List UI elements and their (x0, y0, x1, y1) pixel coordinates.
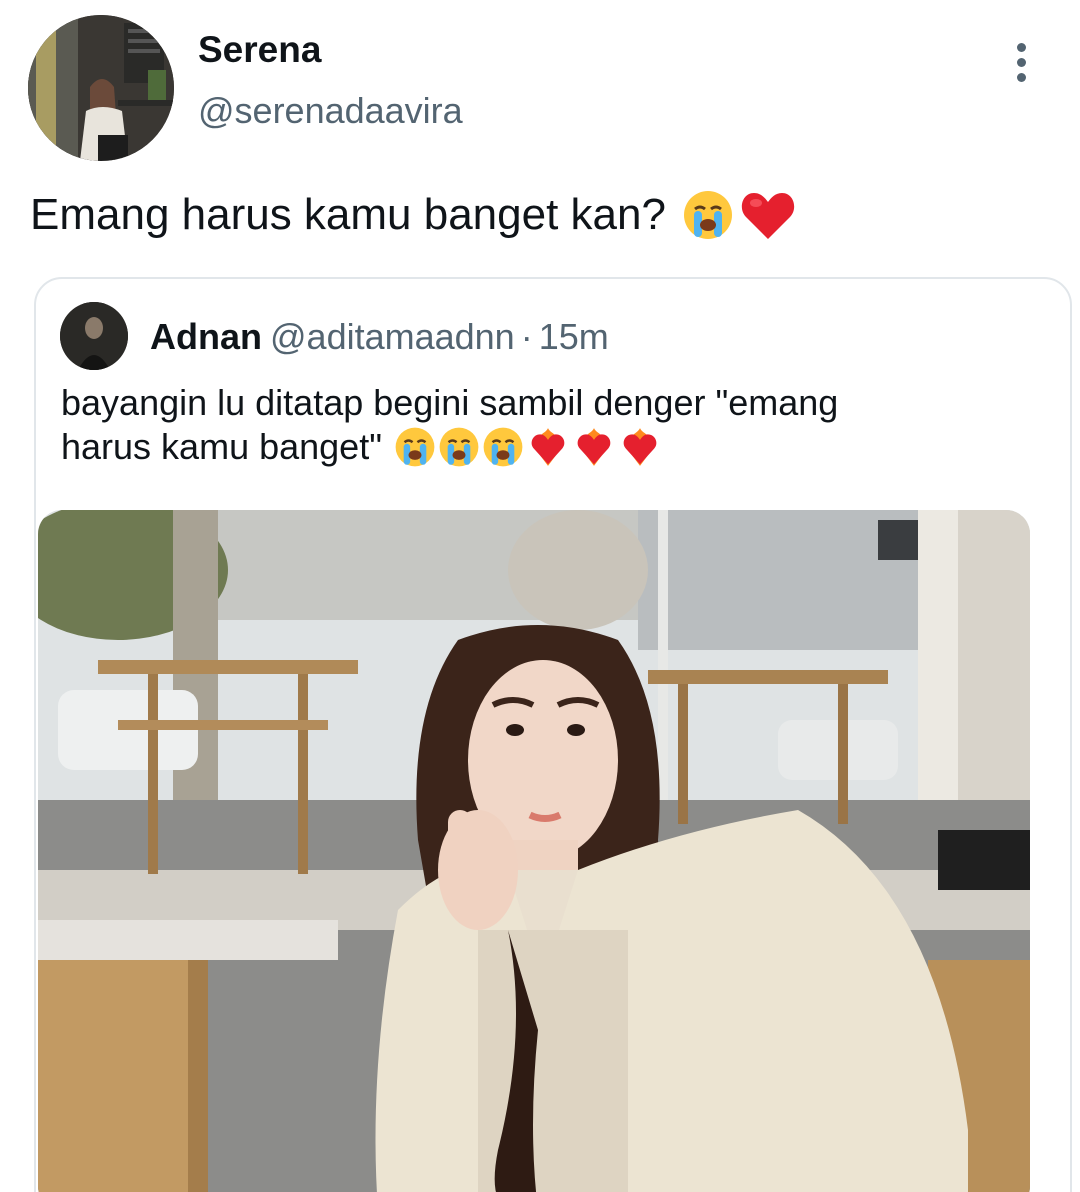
quoted-avatar-image (60, 302, 128, 370)
red-heart-icon (740, 189, 796, 241)
author-avatar[interactable] (28, 15, 174, 161)
quoted-emoji-row (394, 425, 662, 469)
meta-separator: · (520, 316, 533, 357)
heart-on-fire-icon (531, 428, 565, 466)
quoted-tweet-photo[interactable] (38, 510, 1030, 1192)
quoted-author-handle[interactable]: @aditamaadnn (270, 316, 515, 357)
heart-on-fire-icon (577, 428, 611, 466)
quoted-text-line-2: harus kamu banget" (61, 426, 382, 467)
loudly-crying-face-icon (439, 427, 479, 467)
author-handle[interactable]: @serenadaavira (198, 89, 463, 133)
more-options-icon[interactable] (1001, 38, 1041, 86)
tweet-text: Emang harus kamu banget kan? (30, 187, 796, 243)
quoted-tweet-card[interactable]: Adnan @aditamaadnn · 15m bayangin lu ditata… (34, 277, 1072, 1192)
quoted-tweet-text: bayangin lu ditatap begini sambil denger… (61, 381, 1021, 469)
photo-woman-in-cafe (38, 510, 1030, 1192)
quoted-tweet-meta: Adnan @aditamaadnn · 15m (150, 316, 609, 358)
heart-on-fire-icon (623, 428, 657, 466)
loudly-crying-face-icon (682, 189, 734, 241)
more-dot (1016, 57, 1026, 67)
quoted-author-avatar[interactable] (60, 302, 128, 370)
quoted-author-name[interactable]: Adnan (150, 316, 262, 357)
author-avatar-image (28, 15, 174, 161)
loudly-crying-face-icon (395, 427, 435, 467)
loudly-crying-face-icon (483, 427, 523, 467)
quoted-text-line-1: bayangin lu ditatap begini sambil denger… (61, 382, 839, 423)
tweet-body: Emang harus kamu banget kan? (30, 190, 666, 239)
quoted-tweet-time[interactable]: 15m (539, 316, 609, 357)
more-dot (1016, 72, 1026, 82)
tweet: Serena @serenadaavira Emang harus kamu b… (0, 0, 1080, 1192)
author-name[interactable]: Serena (198, 28, 321, 72)
more-dot (1016, 42, 1026, 52)
